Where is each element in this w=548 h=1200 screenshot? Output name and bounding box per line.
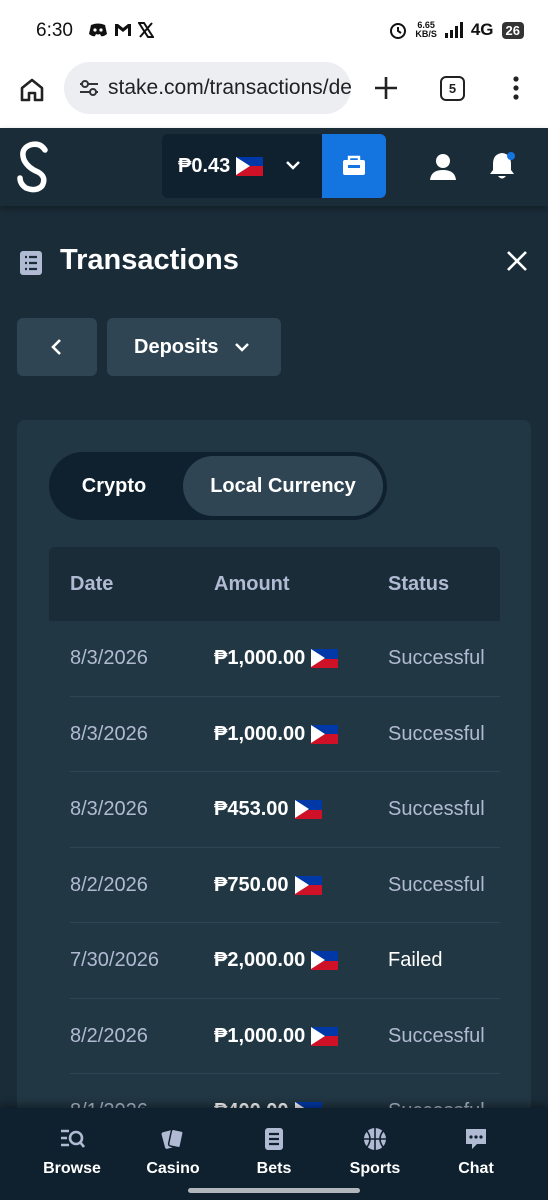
row-amount: ₱1,000.00 — [214, 1025, 339, 1048]
nav-label: Sports — [349, 1160, 401, 1177]
row-amount: ₱1,000.00 — [214, 723, 339, 746]
row-status: Successful — [388, 1024, 485, 1047]
row-date: 8/3/2026 — [70, 722, 148, 745]
x-icon — [138, 22, 154, 38]
table-row[interactable]: 8/3/2026 ₱453.00 Successful — [70, 772, 500, 848]
philippines-flag-icon — [311, 1026, 339, 1046]
status-right: 6.65 KB/S 4G 26 — [389, 20, 524, 40]
row-status: Successful — [388, 798, 485, 820]
wallet-button[interactable] — [322, 134, 386, 198]
segment-local-currency[interactable]: Local Currency — [183, 456, 383, 516]
table-row[interactable]: 8/3/2026 ₱1,000.00 Successful — [70, 697, 500, 772]
transactions-list-icon — [20, 251, 42, 275]
nav-chat[interactable]: Chat — [431, 1126, 521, 1178]
wallet-icon — [343, 155, 365, 175]
row-amount: ₱453.00 — [214, 798, 322, 821]
cards-icon — [161, 1128, 184, 1149]
table-header: Date Amount Status — [49, 547, 500, 621]
row-status: Successful — [388, 873, 485, 896]
bets-list-icon — [265, 1128, 283, 1150]
table-row[interactable]: 7/30/2026 ₱2,000.00 Failed — [70, 923, 500, 999]
gmail-icon — [115, 24, 131, 36]
bell-icon[interactable] — [487, 150, 517, 182]
page-title: Transactions — [60, 244, 239, 276]
close-icon[interactable] — [506, 250, 528, 272]
alarm-icon — [390, 23, 407, 39]
table-row[interactable]: 8/2/2026 ₱1,000.00 Successful — [70, 999, 500, 1074]
gesture-bar[interactable] — [188, 1188, 360, 1193]
row-status: Successful — [388, 647, 485, 669]
row-status: Failed — [388, 949, 443, 971]
chat-icon — [466, 1129, 486, 1149]
nav-browse[interactable]: Browse — [27, 1126, 117, 1178]
signal-icon — [444, 22, 463, 38]
notification-icons — [88, 22, 154, 38]
balance-selector[interactable]: ₱0.43 — [162, 134, 322, 198]
segment-crypto[interactable]: Crypto — [53, 456, 175, 516]
nav-bets[interactable]: Bets — [229, 1126, 319, 1178]
basketball-icon — [364, 1128, 386, 1150]
battery-icon: 26 — [501, 21, 524, 39]
nav-casino[interactable]: Casino — [128, 1126, 218, 1178]
network-type: 4G — [470, 20, 494, 39]
app-header: ₱0.43 — [0, 128, 548, 206]
philippines-flag-icon — [294, 800, 322, 819]
chevron-left-icon — [51, 339, 61, 355]
nav-label: Chat — [458, 1160, 494, 1177]
more-menu-icon[interactable] — [506, 74, 526, 102]
row-date: 7/30/2026 — [70, 949, 159, 971]
table-body: 8/3/2026 ₱1,000.00 Successful 8/3/2026 ₱… — [70, 621, 500, 1120]
nav-label: Browse — [43, 1160, 101, 1177]
chevron-down-icon — [286, 161, 300, 170]
philippines-flag-icon — [236, 156, 264, 176]
discord-icon — [89, 23, 107, 37]
philippines-flag-icon — [311, 724, 339, 744]
philippines-flag-icon — [294, 875, 322, 895]
nav-label: Bets — [256, 1160, 292, 1177]
home-icon[interactable] — [18, 76, 46, 104]
row-date: 8/3/2026 — [70, 647, 148, 669]
column-header-amount: Amount — [214, 573, 290, 595]
row-date: 8/3/2026 — [70, 798, 148, 820]
row-date: 8/2/2026 — [70, 873, 148, 896]
balance-amount: ₱0.43 — [178, 154, 231, 177]
status-time: 6:30 — [36, 20, 73, 41]
site-settings-icon[interactable] — [78, 77, 100, 99]
user-icon[interactable] — [428, 152, 458, 182]
philippines-flag-icon — [311, 649, 339, 668]
row-amount: ₱750.00 — [214, 874, 322, 897]
currency-segmented-control: Crypto Local Currency — [49, 452, 387, 520]
status-bar: 6:30 6.65 KB/S 4G 26 — [0, 0, 548, 62]
nav-sports[interactable]: Sports — [330, 1126, 420, 1178]
column-header-date: Date — [70, 573, 114, 595]
stake-logo[interactable] — [14, 140, 54, 194]
tab-switcher-button[interactable]: 5 — [440, 76, 465, 101]
transaction-type-dropdown[interactable]: Deposits — [107, 318, 281, 376]
chevron-down-icon — [235, 343, 249, 352]
row-status: Successful — [388, 722, 485, 745]
row-amount: ₱1,000.00 — [214, 647, 339, 670]
bottom-navigation: Browse Casino Bets Sports Chat — [0, 1108, 548, 1200]
table-row[interactable]: 8/3/2026 ₱1,000.00 Successful — [70, 621, 500, 697]
address-bar[interactable]: stake.com/transactions/deposits — [64, 62, 351, 114]
nav-label: Casino — [146, 1160, 200, 1177]
row-date: 8/2/2026 — [70, 1024, 148, 1047]
philippines-flag-icon — [311, 951, 339, 970]
column-header-status: Status — [388, 573, 450, 595]
panel-title-row: Transactions — [18, 240, 530, 284]
transactions-card: Crypto Local Currency Date Amount Status… — [17, 420, 531, 1120]
table-row[interactable]: 8/2/2026 ₱750.00 Successful — [70, 848, 500, 923]
back-button[interactable] — [17, 318, 97, 376]
browser-toolbar: stake.com/transactions/deposits 5 — [0, 62, 548, 128]
network-speed: 6.65 KB/S — [415, 20, 437, 39]
new-tab-icon[interactable] — [372, 74, 400, 102]
row-amount: ₱2,000.00 — [214, 949, 339, 972]
dropdown-label: Deposits — [134, 335, 219, 358]
browse-icon — [61, 1129, 85, 1148]
url-text: stake.com/transactions/deposits — [108, 76, 351, 99]
